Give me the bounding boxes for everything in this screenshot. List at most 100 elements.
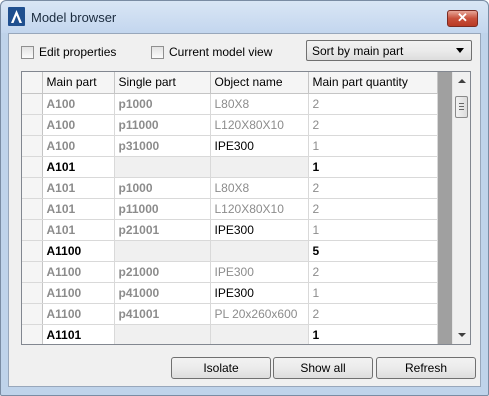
vertical-scrollbar[interactable] [452, 72, 470, 344]
close-button[interactable]: ✕ [447, 10, 478, 27]
cell-main-part[interactable]: A101 [42, 177, 115, 199]
cell-main-part[interactable]: A101 [42, 198, 115, 220]
refresh-button[interactable]: Refresh [376, 357, 476, 379]
table-row[interactable]: A1100 p41000 IPE300 1 [22, 282, 438, 304]
cell-single-part[interactable] [114, 156, 211, 178]
column-header-single-part[interactable]: Single part [114, 72, 211, 94]
table-row[interactable]: A100 p1000 L80X8 2 [22, 93, 438, 115]
cell-object-name[interactable]: IPE300 [210, 261, 309, 283]
table-row[interactable]: A101 p1000 L80X8 2 [22, 177, 438, 199]
cell-object-name[interactable] [210, 240, 309, 262]
cell-quantity[interactable]: 1 [308, 135, 438, 157]
row-selector[interactable] [22, 219, 43, 241]
cell-quantity[interactable]: 2 [308, 177, 438, 199]
row-selector-header[interactable] [22, 72, 43, 94]
table-row[interactable]: A100 p11000 L120X80X10 2 [22, 114, 438, 136]
table-row[interactable]: A1100 p41001 PL 20x260x600 2 [22, 303, 438, 325]
window-title: Model browser [31, 10, 117, 25]
model-parts-grid[interactable]: Main part Single part Object name Main p… [21, 71, 471, 345]
cell-main-part[interactable]: A101 [42, 219, 115, 241]
cell-quantity[interactable]: 2 [308, 114, 438, 136]
show-all-button[interactable]: Show all [273, 357, 373, 379]
cell-object-name[interactable] [210, 324, 309, 344]
cell-object-name[interactable]: IPE300 [210, 219, 309, 241]
cell-main-part[interactable]: A1100 [42, 282, 115, 304]
checkbox-box[interactable] [21, 45, 34, 59]
cell-quantity[interactable]: 2 [308, 93, 438, 115]
cell-object-name[interactable]: L120X80X10 [210, 114, 309, 136]
dialog-body: Edit properties Current model view Sort … [8, 33, 481, 387]
cell-object-name[interactable]: IPE300 [210, 135, 309, 157]
cell-single-part[interactable] [114, 240, 211, 262]
cell-single-part[interactable]: p21000 [114, 261, 211, 283]
row-selector[interactable] [22, 156, 43, 178]
cell-quantity[interactable]: 2 [308, 303, 438, 325]
cell-main-part[interactable]: A100 [42, 114, 115, 136]
cell-quantity[interactable]: 2 [308, 261, 438, 283]
row-selector[interactable] [22, 198, 43, 220]
cell-object-name[interactable]: L80X8 [210, 177, 309, 199]
row-selector[interactable] [22, 240, 43, 262]
cell-object-name[interactable]: L120X80X10 [210, 198, 309, 220]
cell-main-part[interactable]: A1100 [42, 261, 115, 283]
cell-quantity[interactable]: 1 [308, 219, 438, 241]
group-row[interactable]: A101 1 [22, 156, 438, 178]
cell-single-part[interactable] [114, 324, 211, 344]
current-model-view-label: Current model view [169, 45, 273, 59]
row-selector[interactable] [22, 114, 43, 136]
cell-main-part[interactable]: A101 [42, 156, 115, 178]
edit-properties-checkbox[interactable]: Edit properties [21, 45, 116, 59]
cell-main-part[interactable]: A100 [42, 135, 115, 157]
isolate-button[interactable]: Isolate [171, 357, 271, 379]
cell-main-part[interactable]: A1100 [42, 240, 115, 262]
row-selector[interactable] [22, 135, 43, 157]
sort-dropdown[interactable]: Sort by main part [306, 40, 472, 61]
cell-single-part[interactable]: p1000 [114, 177, 211, 199]
cell-main-part[interactable]: A1101 [42, 324, 115, 344]
cell-single-part[interactable]: p41001 [114, 303, 211, 325]
row-selector[interactable] [22, 177, 43, 199]
autocad-app-icon [8, 7, 25, 26]
cell-single-part[interactable]: p21001 [114, 219, 211, 241]
group-row[interactable]: A1101 1 [22, 324, 438, 344]
scroll-up-button[interactable] [453, 72, 470, 89]
cell-single-part[interactable]: p31000 [114, 135, 211, 157]
column-header-object-name[interactable]: Object name [210, 72, 309, 94]
checkbox-box[interactable] [151, 45, 164, 59]
cell-quantity[interactable]: 1 [308, 282, 438, 304]
cell-main-part[interactable]: A1100 [42, 303, 115, 325]
chevron-down-icon[interactable] [456, 48, 464, 53]
row-selector[interactable] [22, 303, 43, 325]
cell-single-part[interactable]: p11000 [114, 114, 211, 136]
table-row[interactable]: A1100 p21000 IPE300 2 [22, 261, 438, 283]
table-row[interactable]: A100 p31000 IPE300 1 [22, 135, 438, 157]
row-selector[interactable] [22, 324, 43, 344]
cell-single-part[interactable]: p11000 [114, 198, 211, 220]
row-selector[interactable] [22, 282, 43, 304]
row-selector[interactable] [22, 261, 43, 283]
table-row[interactable]: A101 p21001 IPE300 1 [22, 219, 438, 241]
cell-single-part[interactable]: p41000 [114, 282, 211, 304]
scroll-thumb[interactable] [455, 96, 468, 118]
cell-quantity[interactable]: 1 [308, 324, 438, 344]
cell-quantity[interactable]: 5 [308, 240, 438, 262]
current-model-view-checkbox[interactable]: Current model view [151, 45, 272, 59]
header-row: Main part Single part Object name Main p… [22, 72, 438, 94]
cell-object-name[interactable]: L80X8 [210, 93, 309, 115]
column-header-main-part[interactable]: Main part [42, 72, 115, 94]
close-icon: ✕ [457, 10, 468, 25]
table-row[interactable]: A101 p11000 L120X80X10 2 [22, 198, 438, 220]
cell-quantity[interactable]: 1 [308, 156, 438, 178]
cell-quantity[interactable]: 2 [308, 198, 438, 220]
cell-object-name[interactable] [210, 156, 309, 178]
cell-object-name[interactable]: IPE300 [210, 282, 309, 304]
group-row[interactable]: A1100 5 [22, 240, 438, 262]
column-header-main-part-quantity[interactable]: Main part quantity [308, 72, 438, 94]
title-bar[interactable]: Model browser ✕ [1, 1, 488, 33]
parts-table: Main part Single part Object name Main p… [22, 72, 438, 344]
cell-object-name[interactable]: PL 20x260x600 [210, 303, 309, 325]
cell-main-part[interactable]: A100 [42, 93, 115, 115]
cell-single-part[interactable]: p1000 [114, 93, 211, 115]
row-selector[interactable] [22, 93, 43, 115]
scroll-down-button[interactable] [453, 327, 470, 344]
